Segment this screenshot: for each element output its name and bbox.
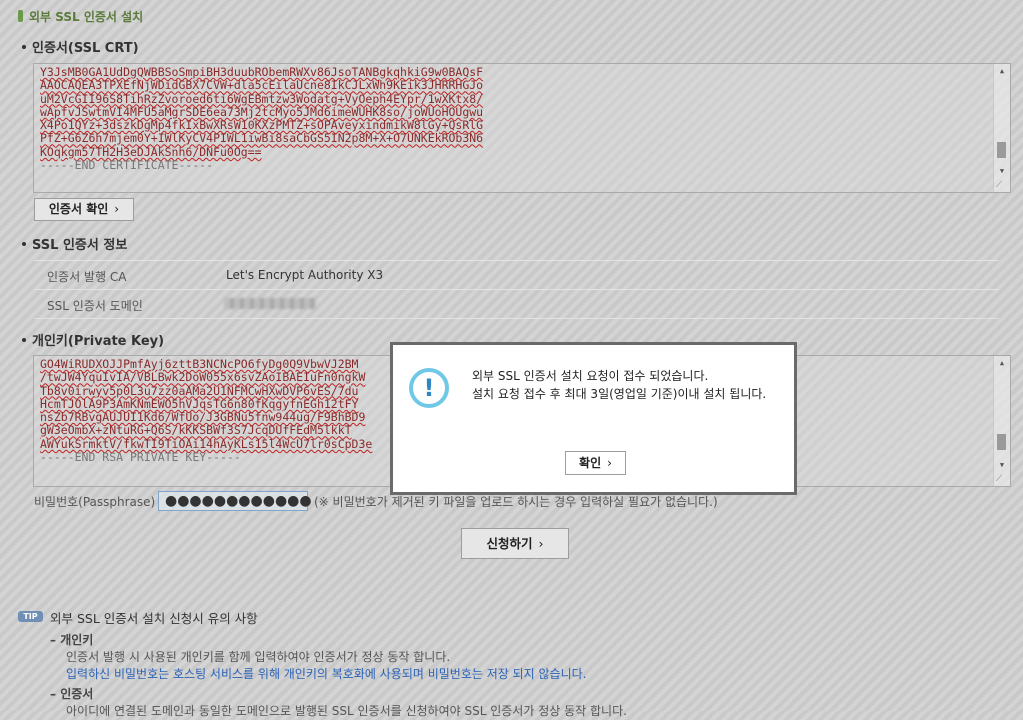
tip-item-head: – 개인키 [50, 633, 94, 647]
certificate-textarea[interactable]: Y3JsMB0GA1UdDgQWBBSoSmpiBH3duubRObemRWXv… [33, 63, 1011, 193]
scroll-down-icon[interactable]: ▼ [994, 164, 1010, 178]
ssl-info-key: SSL 인증서 도메인 [47, 299, 143, 313]
resize-grip-icon[interactable]: ⟋ [996, 180, 1007, 191]
private-key-section-label: 개인키(Private Key) [22, 333, 164, 351]
passphrase-hint: (※ 비밀번호가 제거된 키 파일을 업로드 하시는 경우 입력하실 필요가 없… [314, 495, 718, 509]
bullet-icon [22, 338, 26, 342]
scroll-down-icon[interactable]: ▼ [994, 458, 1010, 472]
dialog-message-line: 외부 SSL 인증서 설치 요청이 접수 되었습니다. [472, 369, 709, 383]
title-bar-icon [18, 10, 23, 22]
redacted-domain [224, 298, 316, 309]
tip-item-text: 아이디에 연결된 도메인과 동일한 도메인으로 발행된 SSL 인증서를 신청하… [66, 704, 627, 718]
chevron-right-icon: › [538, 536, 544, 551]
certificate-line: PfZ+G6Z6h7mjem0Y+IWlKyCV4PIWL1iwBi8saCbG… [40, 131, 484, 146]
scroll-up-icon[interactable]: ▲ [994, 356, 1010, 370]
ssl-info-value: Let's Encrypt Authority X3 [226, 268, 384, 282]
dialog-message: 외부 SSL 인증서 설치 요청이 접수 되었습니다. 설치 요청 접수 후 최… [472, 367, 792, 403]
passphrase-input[interactable]: ●●●●●●●●●●●● [158, 491, 312, 511]
certificate-check-button[interactable]: 인증서 확인 › [34, 198, 134, 221]
scroll-up-icon[interactable]: ▲ [994, 64, 1010, 78]
ssl-info-row: 인증서 발행 CA Let's Encrypt Authority X3 [34, 261, 999, 290]
scroll-thumb[interactable] [997, 142, 1006, 158]
tip-item-text: 인증서 발행 시 사용된 개인키를 함께 입력하여야 인증서가 정상 동작 합니… [66, 650, 451, 664]
confirmation-dialog: ! 외부 SSL 인증서 설치 요청이 접수 되었습니다. 설치 요청 접수 후… [390, 342, 797, 495]
passphrase-label: 비밀번호(Passphrase) [34, 495, 156, 509]
tip-title: 외부 SSL 인증서 설치 신청시 유의 사항 [50, 611, 258, 626]
info-exclamation-icon: ! [409, 368, 449, 408]
ssl-info-row: SSL 인증서 도메인 [34, 290, 999, 319]
tip-badge-icon: TIP [18, 611, 43, 622]
tip-item: – 개인키 인증서 발행 시 사용된 개인키를 함께 입력하여야 인증서가 정상… [50, 632, 587, 683]
certificate-end-marker: -----END CERTIFICATE----- [40, 158, 214, 173]
submit-button[interactable]: 신청하기 › [461, 528, 569, 559]
ssl-info-table: 인증서 발행 CA Let's Encrypt Authority X3 SSL… [34, 260, 999, 319]
bullet-icon [22, 242, 26, 246]
dialog-message-line: 설치 요청 접수 후 최대 3일(영업일 기준)이내 설치 됩니다. [472, 387, 767, 401]
certificate-section-label: 인증서(SSL CRT) [22, 40, 139, 58]
certificate-scrollbar[interactable]: ▲ ▼ ⟋ [993, 64, 1010, 192]
tip-item: – 인증서 아이디에 연결된 도메인과 동일한 도메인으로 발행된 SSL 인증… [50, 686, 627, 720]
bullet-icon [22, 45, 26, 49]
page-title: 외부 SSL 인증서 설치 [18, 8, 143, 26]
certificate-line: uM2VcGII96S8TihRzZvoroed6ti6WgEBmtzw3Wod… [40, 91, 484, 106]
ssl-info-key: 인증서 발행 CA [47, 270, 127, 284]
certificate-line: AAOCAQEA3TPXEfNjWDidGBX7CVW+dla5cEilaUcn… [40, 78, 484, 93]
resize-grip-icon[interactable]: ⟋ [996, 474, 1007, 485]
scroll-thumb[interactable] [997, 434, 1006, 450]
dialog-ok-button[interactable]: 확인 › [565, 451, 626, 475]
certificate-line: X4Po1QYz+3dszkDgMp4fkIxBwXRsW10KXzPMTZ+s… [40, 118, 484, 133]
certificate-line: Y3JsMB0GA1UdDgQWBBSoSmpiBH3duubRObemRWXv… [40, 65, 484, 79]
tip-item-text-highlight: 입력하신 비밀번호는 호스팅 서비스를 위해 개인키의 복호화에 사용되며 비밀… [66, 667, 587, 681]
tip-item-head: – 인증서 [50, 687, 94, 701]
chevron-right-icon: › [114, 202, 120, 216]
ssl-info-section-label: SSL 인증서 정보 [22, 237, 127, 255]
certificate-line: KOqkgm57TH2H3eDJAkSnh6/DNFu0Og== [40, 144, 262, 159]
chevron-right-icon: › [607, 456, 612, 470]
certificate-line: wApfvJSwtmVI4MFU5aMgrSDE6ea73Mj2tcMyo5JM… [40, 104, 484, 119]
private-key-scrollbar[interactable]: ▲ ▼ ⟋ [993, 356, 1010, 486]
